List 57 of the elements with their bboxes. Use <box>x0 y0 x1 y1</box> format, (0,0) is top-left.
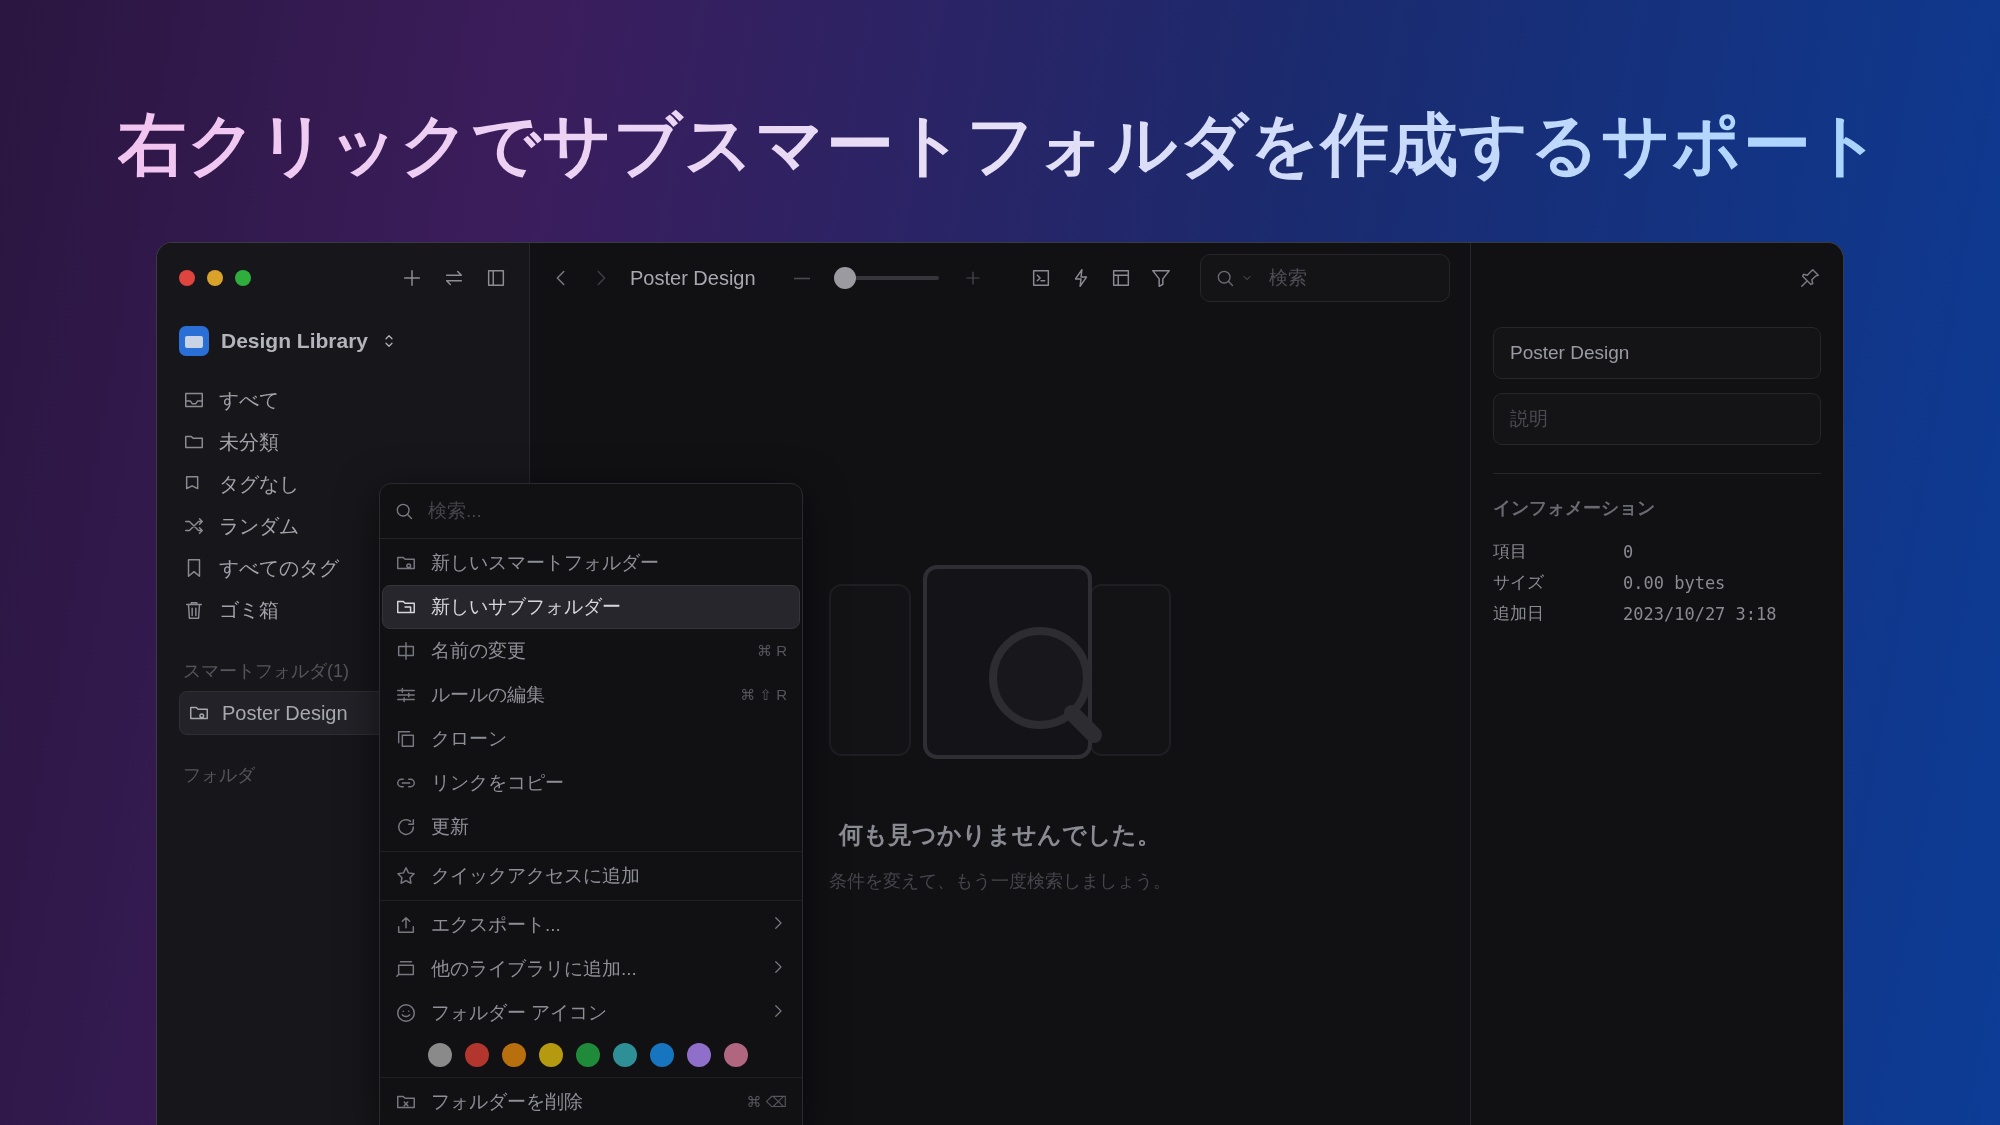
minimize-button[interactable] <box>207 270 223 286</box>
description-field[interactable]: 説明 <box>1493 393 1821 445</box>
library-icon <box>179 326 209 356</box>
smiley-icon <box>395 1002 417 1024</box>
color-swatch[interactable] <box>576 1043 600 1067</box>
trash-icon <box>183 599 205 621</box>
info-label: 項目 <box>1493 541 1528 563</box>
search-icon <box>1215 268 1235 288</box>
pin-icon <box>1799 267 1821 289</box>
info-label: サイズ <box>1493 572 1545 594</box>
menu-item[interactable]: リンクをコピー <box>382 761 800 805</box>
upload-icon <box>395 914 417 936</box>
info-value: 0 <box>1623 541 1635 562</box>
menu-search-field[interactable]: 検索... <box>426 499 730 523</box>
search-box[interactable]: 検索 <box>1200 254 1450 302</box>
folder-title: Poster Design <box>630 266 756 290</box>
copy-icon <box>395 728 417 750</box>
menu-item[interactable]: クイックアクセスに追加 <box>382 854 800 898</box>
stack-icon <box>395 958 417 980</box>
menu-item[interactable]: 更新 <box>382 805 800 849</box>
color-swatch[interactable] <box>465 1043 489 1067</box>
menu-search-box[interactable]: 検索... <box>380 484 802 539</box>
menu-item[interactable]: エクスポート... <box>382 903 800 947</box>
info-label: 追加日 <box>1493 603 1545 625</box>
info-value: 0.00 bytes <box>1623 572 1727 593</box>
star-icon <box>395 865 417 887</box>
empty-title: 何も見つかりませんでした。 <box>839 820 1161 850</box>
menu-item[interactable]: 新しいサブフォルダー <box>382 585 800 629</box>
color-swatch[interactable] <box>650 1043 674 1067</box>
name-field[interactable]: Poster Design <box>1493 327 1821 379</box>
menu-item[interactable]: フォルダー アイコン <box>382 991 800 1035</box>
refresh-icon <box>395 816 417 838</box>
section-heading: スマートフォルダ(1) <box>182 660 349 683</box>
info-heading: インフォメーション <box>1493 497 1656 520</box>
color-swatch[interactable] <box>502 1043 526 1067</box>
shuffle-icon <box>183 515 205 537</box>
menu-item[interactable]: 名前の変更 ⌘ R <box>382 629 800 673</box>
sidebar-item[interactable]: 未分類 <box>179 421 529 463</box>
info-value: 2023/10/27 3:18 <box>1623 603 1778 624</box>
color-swatch[interactable] <box>724 1043 748 1067</box>
menu-item[interactable]: フォルダーを削除 ⌘ ⌫ <box>382 1080 800 1124</box>
color-swatch[interactable] <box>613 1043 637 1067</box>
sidebar-item[interactable]: すべて <box>179 379 529 421</box>
filter-icon <box>1149 267 1172 289</box>
color-swatch[interactable] <box>687 1043 711 1067</box>
library-name[interactable]: Design Library <box>221 329 369 353</box>
add-icon <box>401 267 423 289</box>
menu-item[interactable]: 他のライブラリに追加... <box>382 947 800 991</box>
menu-item[interactable]: 新しいスマートフォルダー <box>382 541 800 585</box>
color-swatch[interactable] <box>428 1043 452 1067</box>
sidebar-toggle-icon <box>485 267 507 289</box>
search-field[interactable]: 検索 <box>1267 266 1411 290</box>
search-icon <box>394 501 414 521</box>
color-swatch[interactable] <box>539 1043 563 1067</box>
close-button[interactable] <box>179 270 195 286</box>
zoom-button[interactable] <box>235 270 251 286</box>
section-heading: フォルダ <box>182 764 255 787</box>
